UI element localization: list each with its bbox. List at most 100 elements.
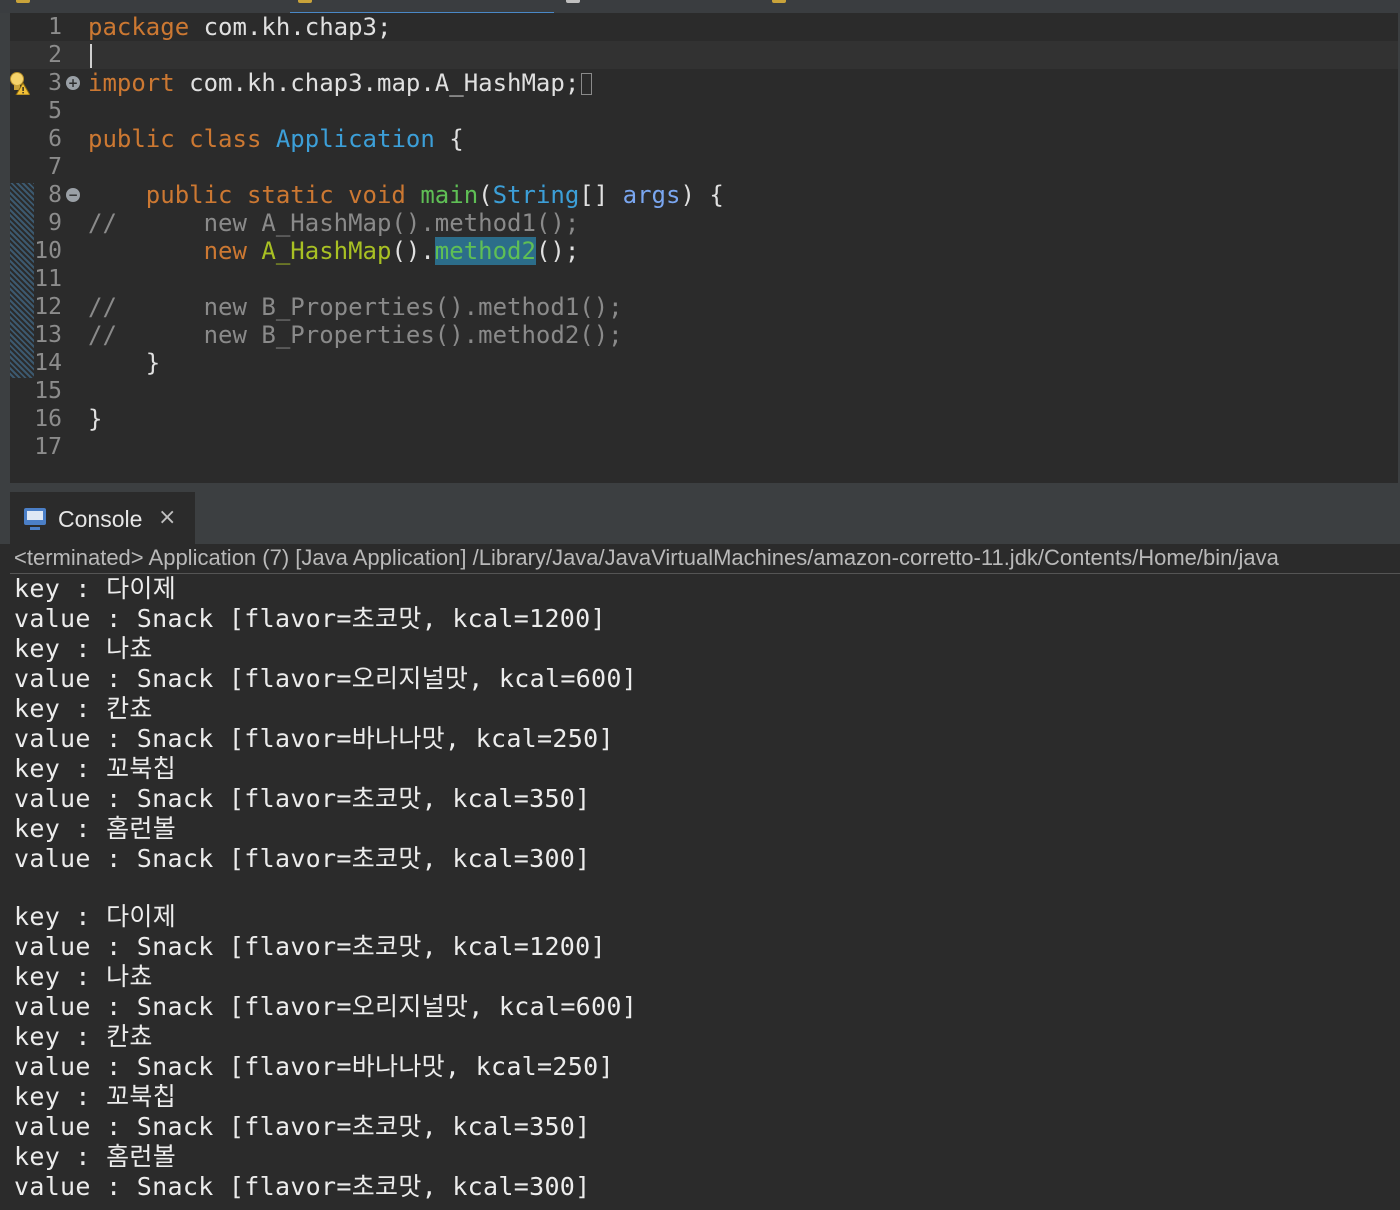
lightbulb-warning-icon[interactable] bbox=[10, 71, 31, 96]
code-token: String bbox=[492, 181, 580, 209]
line-number: 14 bbox=[34, 350, 62, 376]
java-file-icon bbox=[16, 0, 30, 3]
editor-tab-strip bbox=[0, 0, 1400, 13]
code-token: com.kh.chap3.map.A_HashMap; bbox=[174, 69, 580, 97]
code-token: args bbox=[622, 181, 681, 209]
code-line[interactable]: 11 bbox=[10, 265, 1400, 293]
console-output-line: key : 칸쵸 bbox=[14, 694, 153, 723]
folded-region-marker[interactable] bbox=[581, 73, 593, 95]
console-output-line: key : 홈런볼 bbox=[14, 1142, 177, 1171]
fold-collapse-icon[interactable]: − bbox=[66, 188, 80, 202]
tab-console[interactable]: Console × bbox=[10, 492, 195, 544]
code-text: public class Application { bbox=[88, 125, 464, 153]
console-tab-label: Console bbox=[58, 506, 143, 532]
editor-tab-active[interactable] bbox=[290, 0, 554, 13]
code-text: package com.kh.chap3; bbox=[88, 13, 391, 41]
line-number: 2 bbox=[48, 42, 62, 68]
code-token: package bbox=[88, 13, 190, 41]
code-line[interactable]: 6 public class Application { bbox=[10, 125, 1400, 153]
console-output-line: key : 칸쵸 bbox=[14, 1022, 153, 1051]
code-line[interactable]: 5 bbox=[10, 97, 1400, 125]
line-number: 5 bbox=[48, 98, 62, 124]
code-line[interactable]: 1 package com.kh.chap3; bbox=[10, 13, 1400, 41]
code-token: com.kh.chap3; bbox=[189, 13, 392, 41]
code-line[interactable]: 8− public static void main(String[] args… bbox=[10, 181, 1400, 209]
fold-expand-icon[interactable]: + bbox=[66, 76, 80, 90]
code-token: method2 bbox=[434, 237, 536, 265]
code-text: // new A_HashMap().method1(); bbox=[88, 209, 579, 237]
code-line[interactable]: 2 bbox=[10, 41, 1400, 69]
code-token: (). bbox=[391, 237, 435, 265]
java-file-icon bbox=[298, 0, 312, 3]
console-output-line: value : Snack [flavor=바나나맛, kcal=250] bbox=[14, 1052, 614, 1081]
code-text: // new B_Properties().method2(); bbox=[88, 321, 623, 349]
line-number: 6 bbox=[48, 126, 62, 152]
code-line[interactable]: 9 // new A_HashMap().method1(); bbox=[10, 209, 1400, 237]
code-token: // new A_HashMap().method1(); bbox=[88, 209, 580, 237]
console-output-line: key : 다이제 bbox=[14, 902, 177, 931]
code-line[interactable]: 10 new A_HashMap().method2(); bbox=[10, 237, 1400, 265]
code-line[interactable]: 17 bbox=[10, 433, 1400, 461]
code-line[interactable]: 14 } bbox=[10, 349, 1400, 377]
code-token: (); bbox=[535, 237, 580, 265]
console-output-line: value : Snack [flavor=초코맛, kcal=300] bbox=[14, 844, 591, 873]
code-token: ) { bbox=[680, 181, 724, 209]
code-text: } bbox=[88, 405, 102, 433]
console-output-line: value : Snack [flavor=오리지널맛, kcal=600] bbox=[14, 664, 638, 693]
code-token: { bbox=[434, 125, 464, 153]
console-output-line: key : 꼬북칩 bbox=[14, 754, 177, 783]
console-output-line: key : 다이제 bbox=[14, 574, 177, 603]
code-line[interactable]: 16} bbox=[10, 405, 1400, 433]
code-line[interactable]: 13 // new B_Properties().method2(); bbox=[10, 321, 1400, 349]
code-token: import bbox=[88, 69, 175, 97]
console-icon bbox=[24, 508, 46, 530]
code-line[interactable]: 3 + import com.kh.chap3.map.A_HashMap; bbox=[10, 69, 1400, 97]
line-number: 11 bbox=[34, 266, 62, 292]
editor-tab[interactable] bbox=[772, 0, 972, 12]
java-file-icon bbox=[772, 0, 786, 3]
console-output-line: key : 나쵸 bbox=[14, 962, 153, 991]
text-caret bbox=[90, 44, 92, 68]
panel-splitter[interactable] bbox=[0, 483, 1400, 492]
console-divider bbox=[10, 573, 1400, 574]
code-token: new bbox=[203, 237, 262, 265]
line-number: 17 bbox=[34, 434, 62, 460]
close-icon[interactable]: × bbox=[158, 505, 176, 530]
code-token: public class bbox=[88, 125, 276, 153]
code-token: Application bbox=[275, 125, 435, 153]
console-output-line: value : Snack [flavor=바나나맛, kcal=250] bbox=[14, 724, 614, 753]
console-output-line: key : 꼬북칩 bbox=[14, 1082, 177, 1111]
console-output-line: value : Snack [flavor=초코맛, kcal=350] bbox=[14, 1112, 591, 1141]
code-text: } bbox=[88, 349, 160, 377]
code-editor[interactable]: 1 package com.kh.chap3; 2 3 + import com.kh.c… bbox=[0, 13, 1400, 483]
console-output-line: value : Snack [flavor=오리지널맛, kcal=600] bbox=[14, 992, 638, 1021]
console-tab-bar: Console × bbox=[0, 492, 1400, 544]
editor-tab[interactable] bbox=[16, 0, 276, 12]
code-line[interactable]: 12 // new B_Properties().method1(); bbox=[10, 293, 1400, 321]
code-token: [] bbox=[579, 181, 623, 209]
code-line[interactable]: 15 bbox=[10, 377, 1400, 405]
line-number: 13 bbox=[34, 322, 62, 348]
line-number: 12 bbox=[34, 294, 62, 320]
code-token: // new B_Properties().method1(); bbox=[88, 293, 623, 321]
code-token: A_HashMap bbox=[261, 237, 392, 265]
line-number: 16 bbox=[34, 406, 62, 432]
text-file-icon bbox=[566, 0, 580, 3]
code-token: ( bbox=[478, 181, 493, 209]
line-number: 8 bbox=[48, 182, 62, 208]
console-status-line: <terminated> Application (7) [Java Appli… bbox=[14, 545, 1279, 570]
line-number: 15 bbox=[34, 378, 62, 404]
console-output-line: value : Snack [flavor=초코맛, kcal=350] bbox=[14, 784, 591, 813]
editor-tab[interactable] bbox=[566, 0, 766, 12]
console-output-line: key : 홈런볼 bbox=[14, 814, 177, 843]
console-output-line: key : 나쵸 bbox=[14, 634, 153, 663]
console-output-line: value : Snack [flavor=초코맛, kcal=1200] bbox=[14, 932, 606, 961]
code-line[interactable]: 7 bbox=[10, 153, 1400, 181]
code-token: // new B_Properties().method2(); bbox=[88, 321, 623, 349]
code-text: public static void main(String[] args) { bbox=[88, 181, 724, 209]
line-number: 10 bbox=[34, 238, 62, 264]
code-text: new A_HashMap().method2(); bbox=[88, 237, 579, 265]
code-token: public static void bbox=[145, 181, 421, 209]
